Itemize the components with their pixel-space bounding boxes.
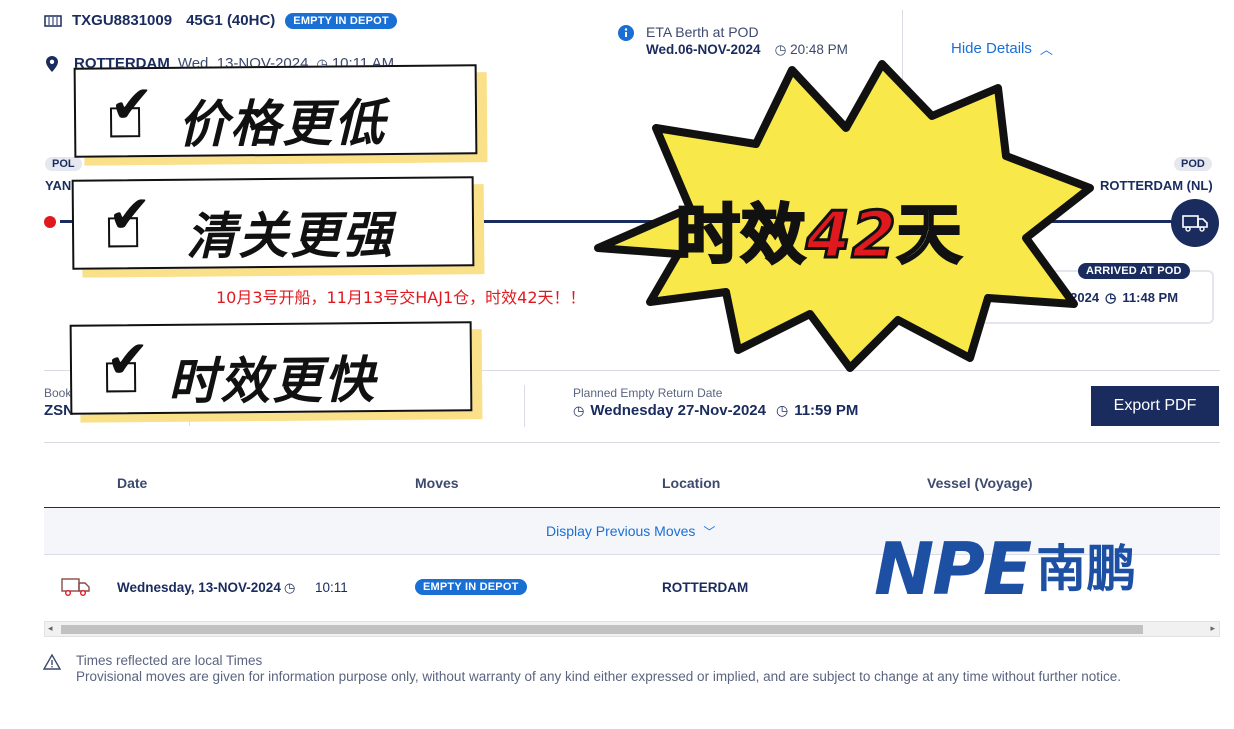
container-number: TXGU8831009: [72, 12, 173, 29]
pol-name: YAN: [45, 178, 72, 193]
checkmark-icon: ✔: [105, 330, 150, 391]
sticker-speed-text: 时效更快: [167, 351, 377, 411]
container-type: 45G1 (40HC): [186, 12, 276, 29]
clock-icon: ◷: [284, 580, 296, 595]
burst-text: 时效42天: [675, 184, 963, 276]
pod-tag: POD: [1174, 157, 1212, 171]
pol-dot: [44, 216, 56, 228]
empty-return-values: ◷ Wednesday 27-Nov-2024 ◷ 11:59 PM: [573, 402, 858, 419]
display-previous-label: Display Previous Moves: [546, 523, 696, 539]
promo-sticker-speed: ✔ 时效更快: [69, 321, 473, 415]
tracking-page: TXGU8831009 45G1 (40HC) EMPTY IN DEPOT R…: [0, 0, 1234, 729]
eta-values: Wed.06-NOV-2024 ◷ 20:48 PM: [646, 42, 848, 58]
row-move-badge: EMPTY IN DEPOT: [415, 579, 527, 595]
status-badge: EMPTY IN DEPOT: [285, 12, 397, 29]
chevron-up-icon: ︿: [1039, 42, 1053, 57]
eta-date: Wed.06-NOV-2024: [646, 42, 761, 57]
container-header: TXGU8831009 45G1 (40HC) EMPTY IN DEPOT: [44, 12, 397, 29]
scroll-left-icon[interactable]: ◂: [48, 623, 53, 634]
checkmark-icon: ✔: [107, 185, 152, 246]
npe-logo: NPE 南鹏: [874, 533, 1136, 605]
empty-return-date: Wednesday 27-Nov-2024: [590, 402, 766, 419]
row-location: ROTTERDAM: [662, 580, 749, 595]
clock-icon: ◷: [774, 42, 791, 57]
sticker-price-text: 价格更低: [177, 94, 387, 154]
burst-suffix: 天: [896, 198, 963, 275]
logo-cn: 南鹏: [1036, 540, 1137, 598]
promo-sticker-customs: ✔ 清关更强: [71, 176, 475, 270]
col-header-moves: Moves: [415, 475, 459, 491]
pol-tag: POL: [45, 157, 82, 171]
clock-icon: ◷: [1105, 290, 1117, 305]
clock-icon: ◷: [573, 403, 585, 418]
footer-local-times: Times reflected are local Times: [76, 653, 263, 668]
chevron-down-icon: ﹀: [703, 525, 716, 539]
warning-icon: [43, 654, 61, 670]
burst-number: 42: [804, 198, 898, 275]
booking-label: Book: [44, 386, 72, 400]
eta-label: ETA Berth at POD: [646, 24, 759, 40]
row-date: Wednesday, 13-NOV-2024: [117, 580, 281, 595]
scrollbar-thumb[interactable]: [61, 625, 1143, 634]
export-pdf-button[interactable]: Export PDF: [1091, 386, 1219, 426]
truck-icon: [61, 578, 90, 596]
container-icon: [44, 14, 62, 27]
scroll-right-icon[interactable]: ▸: [1210, 623, 1215, 634]
hide-details-link[interactable]: Hide Details ︿: [951, 39, 1053, 58]
display-previous-moves-link[interactable]: Display Previous Moves ﹀: [546, 523, 715, 540]
empty-return-label: Planned Empty Return Date: [573, 386, 723, 400]
hide-details-label: Hide Details: [951, 40, 1032, 57]
info-icon: [618, 25, 634, 41]
checkmark-icon: ✔: [109, 75, 154, 136]
truck-icon: [1171, 199, 1219, 247]
promo-red-note: 10月3号开船，11月13号交HAJ1仓，时效42天！！: [216, 288, 586, 307]
horizontal-scrollbar[interactable]: ◂ ▸: [44, 621, 1220, 637]
pod-name: ROTTERDAM (NL): [1100, 178, 1213, 193]
eta-time: 20:48 PM: [790, 42, 848, 57]
footer-disclaimer: Provisional moves are given for informat…: [76, 669, 1122, 684]
col-header-date: Date: [117, 475, 148, 491]
arrived-time: 11:48 PM: [1122, 290, 1179, 305]
logo-latin: NPE: [874, 527, 1032, 611]
row-time: 10:11: [315, 580, 348, 595]
divider: [44, 442, 1220, 443]
col-header-location: Location: [662, 475, 721, 491]
clock-icon: ◷: [775, 402, 789, 418]
empty-return-time: 11:59 PM: [794, 402, 859, 419]
promo-sticker-price: ✔ 价格更低: [73, 64, 478, 158]
burst-prefix: 时效: [675, 198, 807, 275]
location-pin-icon: [46, 55, 58, 72]
sticker-customs-text: 清关更强: [185, 205, 395, 266]
col-header-vessel: Vessel (Voyage): [927, 475, 1033, 491]
divider: [524, 385, 525, 427]
